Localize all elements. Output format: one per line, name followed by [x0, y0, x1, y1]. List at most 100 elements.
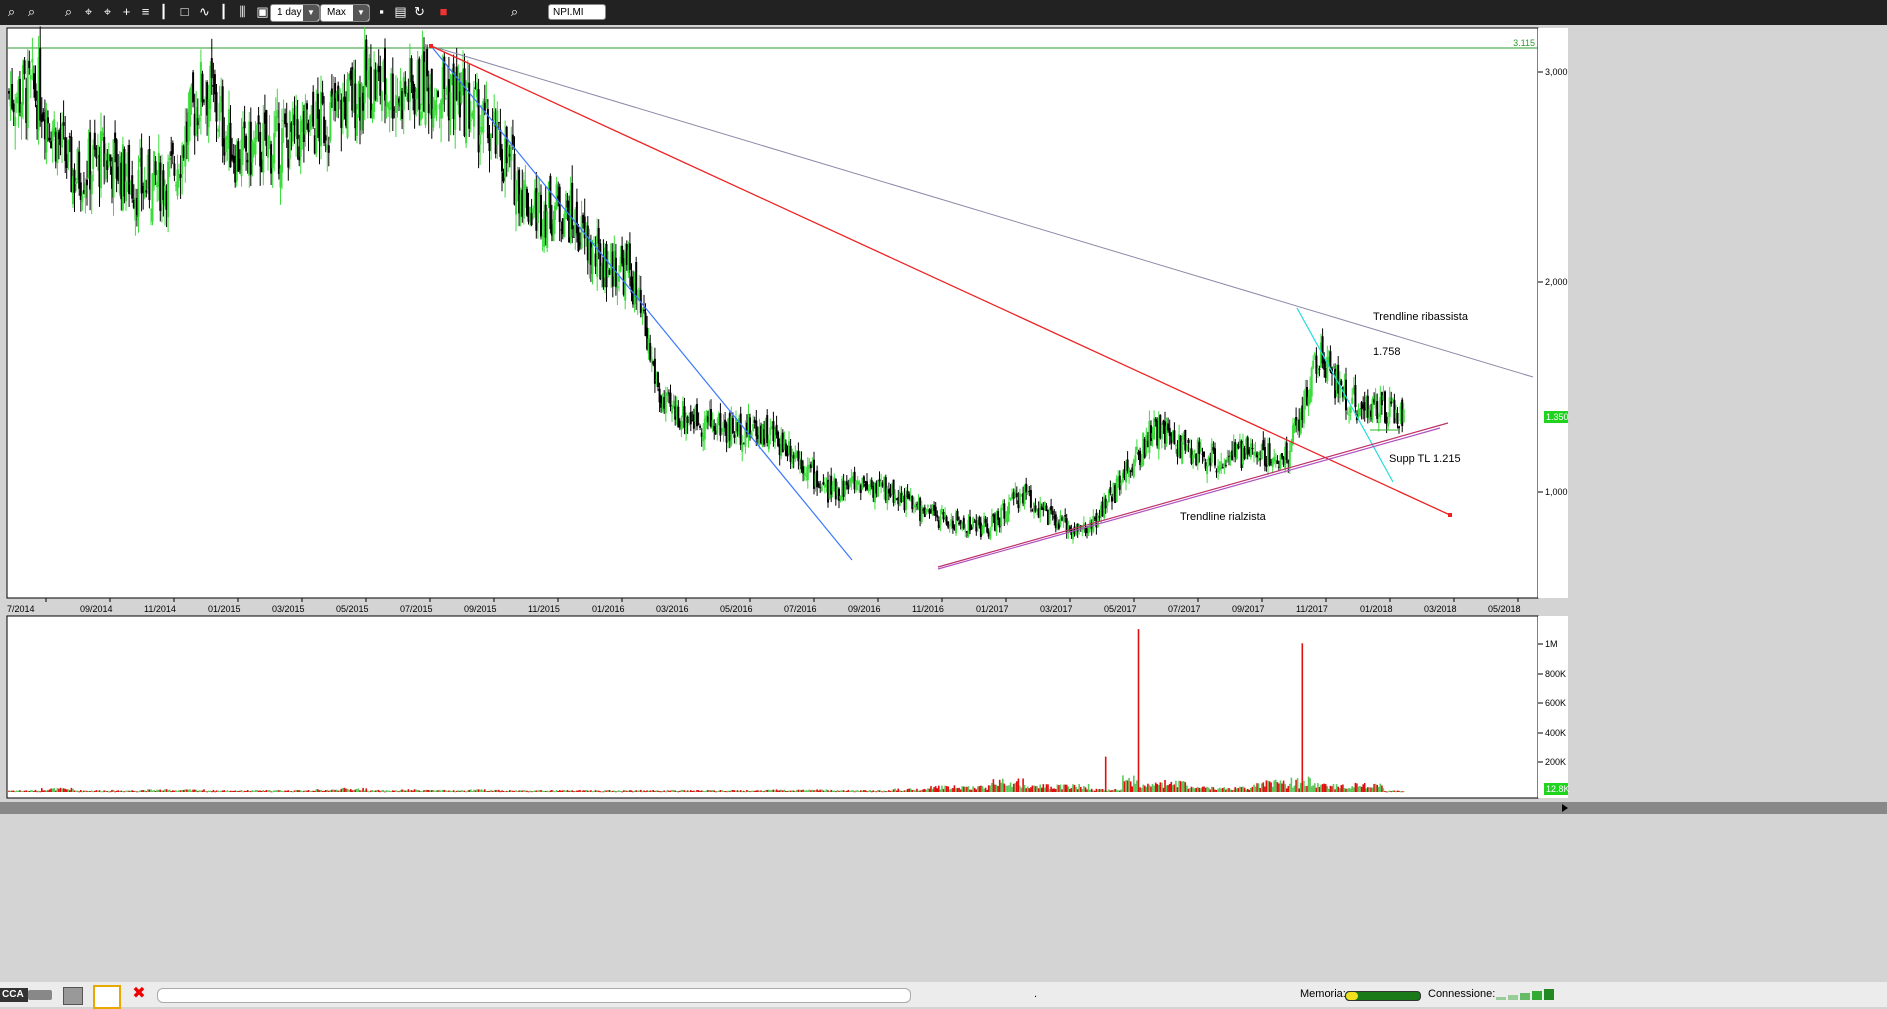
chart-scrollbar[interactable]	[0, 802, 1887, 814]
candle-body	[1310, 368, 1313, 397]
volume-bar	[84, 790, 87, 792]
tab-cca[interactable]: CCA	[0, 988, 28, 1002]
volume-bar	[722, 790, 725, 792]
command-input[interactable]	[157, 988, 911, 1003]
volume-bar	[1175, 780, 1177, 792]
volume-bar	[1164, 780, 1166, 792]
volume-bar	[1025, 788, 1027, 792]
volume-bar	[824, 790, 826, 792]
volume-bar	[920, 789, 923, 792]
volume-bar	[1053, 788, 1056, 792]
volume-bar	[1264, 786, 1266, 792]
trendline-anchor-end[interactable]	[1448, 513, 1452, 517]
volume-bar	[535, 790, 538, 792]
volume-bar	[62, 788, 65, 792]
volume-bar	[211, 791, 213, 793]
volume-bar	[864, 790, 867, 792]
volume-bar	[349, 789, 352, 792]
volume-bar	[741, 791, 743, 793]
volume-bar	[1395, 791, 1397, 793]
volume-bar	[1243, 787, 1246, 792]
volume-bar	[772, 789, 775, 792]
volume-bar	[735, 790, 737, 792]
candle-body	[947, 521, 950, 528]
volume-bar	[686, 790, 689, 792]
volume-bar	[176, 791, 179, 792]
volume-bar	[314, 790, 316, 792]
volume-bar	[869, 790, 871, 792]
volume-bar	[259, 790, 261, 792]
volume-bar	[36, 791, 38, 793]
volume-bar	[392, 790, 394, 792]
volume-bar	[902, 790, 904, 792]
candle-body	[803, 472, 806, 476]
volume-bar	[757, 790, 759, 792]
volume-bar	[1201, 786, 1204, 792]
trendline-anchor-start[interactable]	[429, 44, 433, 48]
volume-bar	[830, 789, 832, 792]
volume-bar	[159, 789, 162, 792]
volume-bar	[234, 790, 236, 792]
volume-bar	[729, 791, 731, 793]
time-tick-label: 7/2014	[7, 604, 35, 614]
plug-icon[interactable]	[28, 990, 52, 1000]
time-tick-label: 05/2015	[336, 604, 369, 614]
close-chart-icon[interactable]: ✖	[131, 986, 147, 1002]
candle-body	[1181, 441, 1184, 464]
candle-body	[285, 122, 288, 138]
volume-bar	[1020, 787, 1023, 792]
volume-bar	[1161, 782, 1163, 792]
volume-bar	[582, 790, 584, 792]
volume-bar	[410, 790, 413, 792]
volume-bar	[658, 791, 661, 793]
volume-bar	[1136, 780, 1138, 792]
volume-bar	[1150, 786, 1152, 792]
volume-bar	[1232, 789, 1235, 792]
volume-bar	[379, 791, 382, 793]
last-price-label: 1.350	[1546, 412, 1569, 422]
volume-bar	[777, 790, 779, 792]
candle-body	[48, 137, 51, 141]
volume-bar	[768, 789, 770, 792]
volume-bar	[647, 790, 650, 792]
candle-body	[435, 104, 438, 116]
volume-bar	[1047, 784, 1049, 792]
volume-bar	[810, 790, 812, 792]
volume-bar	[908, 788, 910, 792]
volume-bar	[473, 789, 475, 792]
chart-window-icon[interactable]	[93, 985, 121, 1009]
volume-bar	[353, 790, 355, 792]
volume-bar	[1256, 783, 1258, 792]
printer-icon[interactable]	[63, 987, 83, 1005]
volume-bar	[1081, 789, 1084, 792]
volume-bar	[206, 791, 208, 793]
candle-body	[418, 58, 421, 110]
volume-tick-label: 400K	[1545, 728, 1566, 738]
volume-bar	[1056, 784, 1059, 792]
volume-bar	[1237, 788, 1240, 792]
price-tick-label: 1,000	[1545, 487, 1568, 497]
volume-bar	[758, 790, 761, 792]
volume-bar	[1072, 784, 1074, 792]
volume-bar	[704, 791, 706, 793]
volume-bar	[1300, 782, 1302, 792]
volume-bar	[1337, 786, 1339, 792]
volume-bar	[922, 789, 924, 792]
volume-bar	[938, 785, 940, 792]
candle-body	[1008, 502, 1010, 515]
volume-bar	[1131, 786, 1134, 792]
volume-bar	[136, 791, 138, 793]
volume-bar	[1268, 781, 1271, 792]
volume-bar	[961, 786, 963, 792]
time-tick-label: 11/2015	[528, 604, 560, 614]
volume-bar	[139, 790, 141, 792]
volume-bar	[381, 790, 383, 792]
candle-body	[755, 420, 758, 437]
status-bar: CCA ✖ . Memoria: Connessione:	[0, 982, 1887, 1009]
candle-body	[12, 103, 15, 113]
candle-body	[948, 525, 951, 527]
volume-bar	[1212, 787, 1215, 792]
volume-bar	[975, 789, 978, 792]
candle-body	[426, 48, 429, 77]
volume-bar	[633, 790, 636, 792]
